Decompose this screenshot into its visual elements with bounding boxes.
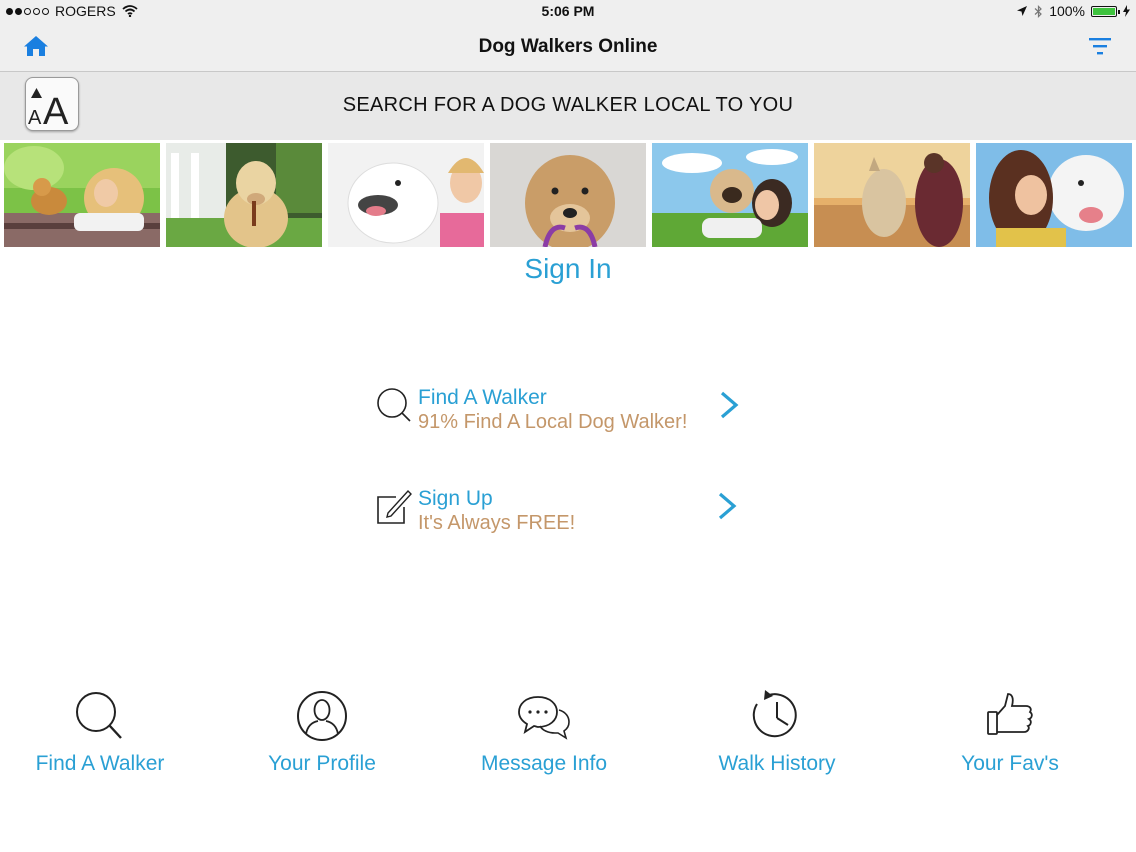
- photo-pug-with-woman: [652, 143, 808, 247]
- menu-row-sign-up[interactable]: Sign Up It's Always FREE!: [374, 487, 754, 547]
- tab-label: Walk History: [718, 752, 836, 775]
- photo-husky-with-woman: [328, 143, 484, 247]
- menu-title: Sign Up: [418, 487, 493, 510]
- tab-walk-history[interactable]: Walk History: [667, 680, 887, 790]
- tab-your-favs[interactable]: Your Fav's: [900, 680, 1120, 790]
- tab-label: Find A Walker: [35, 752, 165, 775]
- battery-percent: 100%: [1049, 3, 1085, 19]
- status-right: 100%: [1016, 3, 1130, 19]
- chevron-right-icon: [720, 391, 739, 419]
- menu-row-find-walker[interactable]: Find A Walker 91% Find A Local Dog Walke…: [374, 386, 754, 446]
- status-time: 5:06 PM: [541, 3, 595, 19]
- photo-bulldog-kiss: [976, 143, 1132, 247]
- search-icon: [76, 692, 122, 739]
- profile-icon: [297, 691, 347, 741]
- menu-title: Find A Walker: [418, 386, 547, 409]
- menu-subtitle: 91% Find A Local Dog Walker!: [418, 411, 688, 433]
- nav-bar: Dog Walkers Online: [0, 22, 1136, 72]
- bluetooth-icon: [1034, 4, 1043, 18]
- photo-labrador: [166, 143, 322, 247]
- tab-label: Your Fav's: [961, 752, 1059, 775]
- tab-message-info[interactable]: Message Info: [434, 680, 654, 790]
- history-icon: [752, 690, 797, 738]
- menu-subtitle: It's Always FREE!: [418, 512, 576, 534]
- chevron-right-icon: [718, 492, 737, 520]
- thumbs-up-icon: [987, 693, 1033, 735]
- nav-title: Dog Walkers Online: [478, 36, 658, 57]
- status-bar: ROGERS 5:06 PM 100%: [0, 0, 1136, 22]
- photo-dog-at-sunset: [814, 143, 970, 247]
- tab-label: Your Profile: [268, 752, 376, 775]
- location-arrow-icon: [1017, 6, 1028, 16]
- sign-in-link[interactable]: Sign In: [0, 253, 1136, 285]
- tab-label: Message Info: [480, 752, 608, 775]
- photo-girl-with-shiba: [4, 143, 160, 247]
- filter-icon[interactable]: [1088, 36, 1112, 56]
- photo-terrier-with-leash: [490, 143, 646, 247]
- tab-find-walker[interactable]: Find A Walker: [0, 680, 210, 790]
- edit-icon: [377, 489, 412, 524]
- search-header: A A SEARCH FOR A DOG WALKER LOCAL TO YOU: [0, 72, 1136, 140]
- tab-your-profile[interactable]: Your Profile: [212, 680, 432, 790]
- search-icon: [377, 388, 411, 422]
- bottom-tab-bar: Find A Walker Your Profile Message Info …: [0, 680, 1136, 790]
- charging-icon: [1123, 5, 1130, 17]
- battery-icon: [1091, 5, 1120, 17]
- search-title: SEARCH FOR A DOG WALKER LOCAL TO YOU: [342, 94, 794, 116]
- chat-icon: [518, 696, 570, 740]
